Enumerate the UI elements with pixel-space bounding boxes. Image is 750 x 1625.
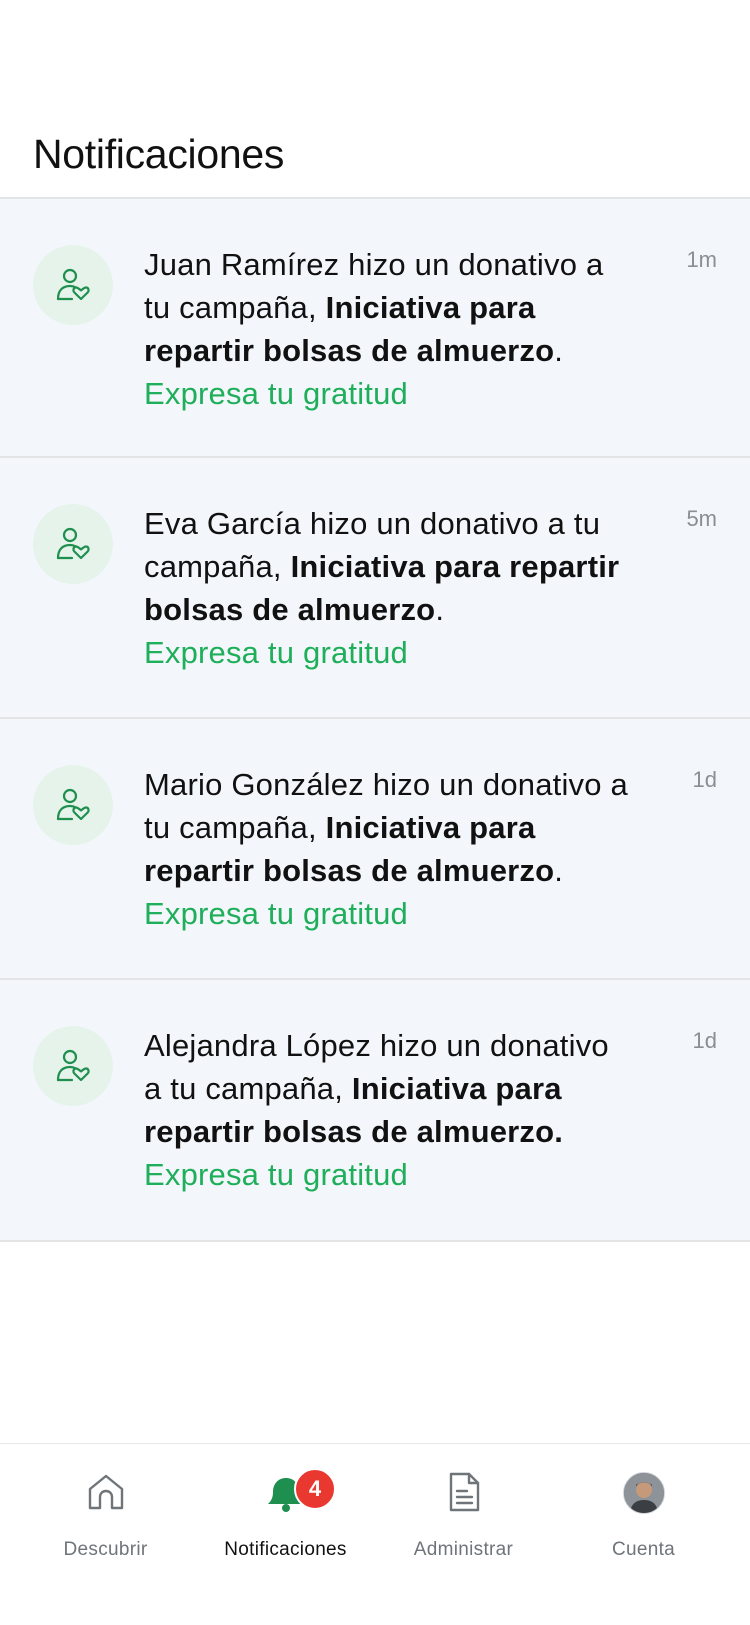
document-icon [449, 1472, 479, 1512]
notification-list: Juan Ramírez hizo un donativo a tu campa… [0, 199, 750, 1242]
header: Notificaciones [0, 0, 750, 199]
profile-avatar [622, 1472, 665, 1514]
notification-text-end: . [554, 333, 564, 368]
notification-text-end: . [435, 592, 445, 627]
notification-message: Mario González hizo un donativo a tu cam… [144, 763, 634, 935]
tab-descubrir[interactable]: Descubrir [12, 1444, 199, 1625]
notification-count-badge: 4 [294, 1468, 336, 1510]
express-gratitude-link[interactable]: Expresa tu gratitud [144, 631, 634, 674]
notification-item[interactable]: Juan Ramírez hizo un donativo a tu campa… [0, 199, 750, 458]
bottom-tab-bar: Descubrir 4 Notificaciones Administrar C… [0, 1443, 750, 1625]
notification-message: Eva García hizo un donativo a tu campaña… [144, 502, 634, 674]
notification-item[interactable]: Eva García hizo un donativo a tu campaña… [0, 458, 750, 719]
donor-heart-icon [33, 245, 113, 325]
tab-administrar[interactable]: Administrar [370, 1444, 557, 1625]
notification-item[interactable]: Mario González hizo un donativo a tu cam… [0, 719, 750, 980]
tab-label: Administrar [413, 1539, 514, 1560]
notification-text-end: . [554, 853, 564, 888]
page-title: Notificaciones [33, 131, 285, 177]
notification-time: 5m [686, 506, 717, 531]
donor-heart-icon [33, 504, 113, 584]
notification-time: 1d [692, 1028, 717, 1053]
tab-cuenta[interactable]: Cuenta [550, 1444, 737, 1625]
tab-label: Notificaciones [224, 1539, 347, 1560]
tab-label: Cuenta [611, 1539, 676, 1560]
home-icon [88, 1474, 123, 1510]
express-gratitude-link[interactable]: Expresa tu gratitud [144, 892, 634, 935]
tab-notificaciones[interactable]: 4 Notificaciones [192, 1444, 379, 1625]
notification-time: 1d [692, 767, 717, 792]
express-gratitude-link[interactable]: Expresa tu gratitud [144, 372, 634, 415]
notification-message: Juan Ramírez hizo un donativo a tu campa… [144, 243, 634, 415]
express-gratitude-link[interactable]: Expresa tu gratitud [144, 1153, 634, 1196]
donor-heart-icon [33, 1026, 113, 1106]
donor-heart-icon [33, 765, 113, 845]
notification-message: Alejandra López hizo un donativo a tu ca… [144, 1024, 634, 1196]
notification-time: 1m [686, 247, 717, 272]
notification-item[interactable]: Alejandra López hizo un donativo a tu ca… [0, 980, 750, 1242]
tab-label: Descubrir [63, 1539, 148, 1560]
